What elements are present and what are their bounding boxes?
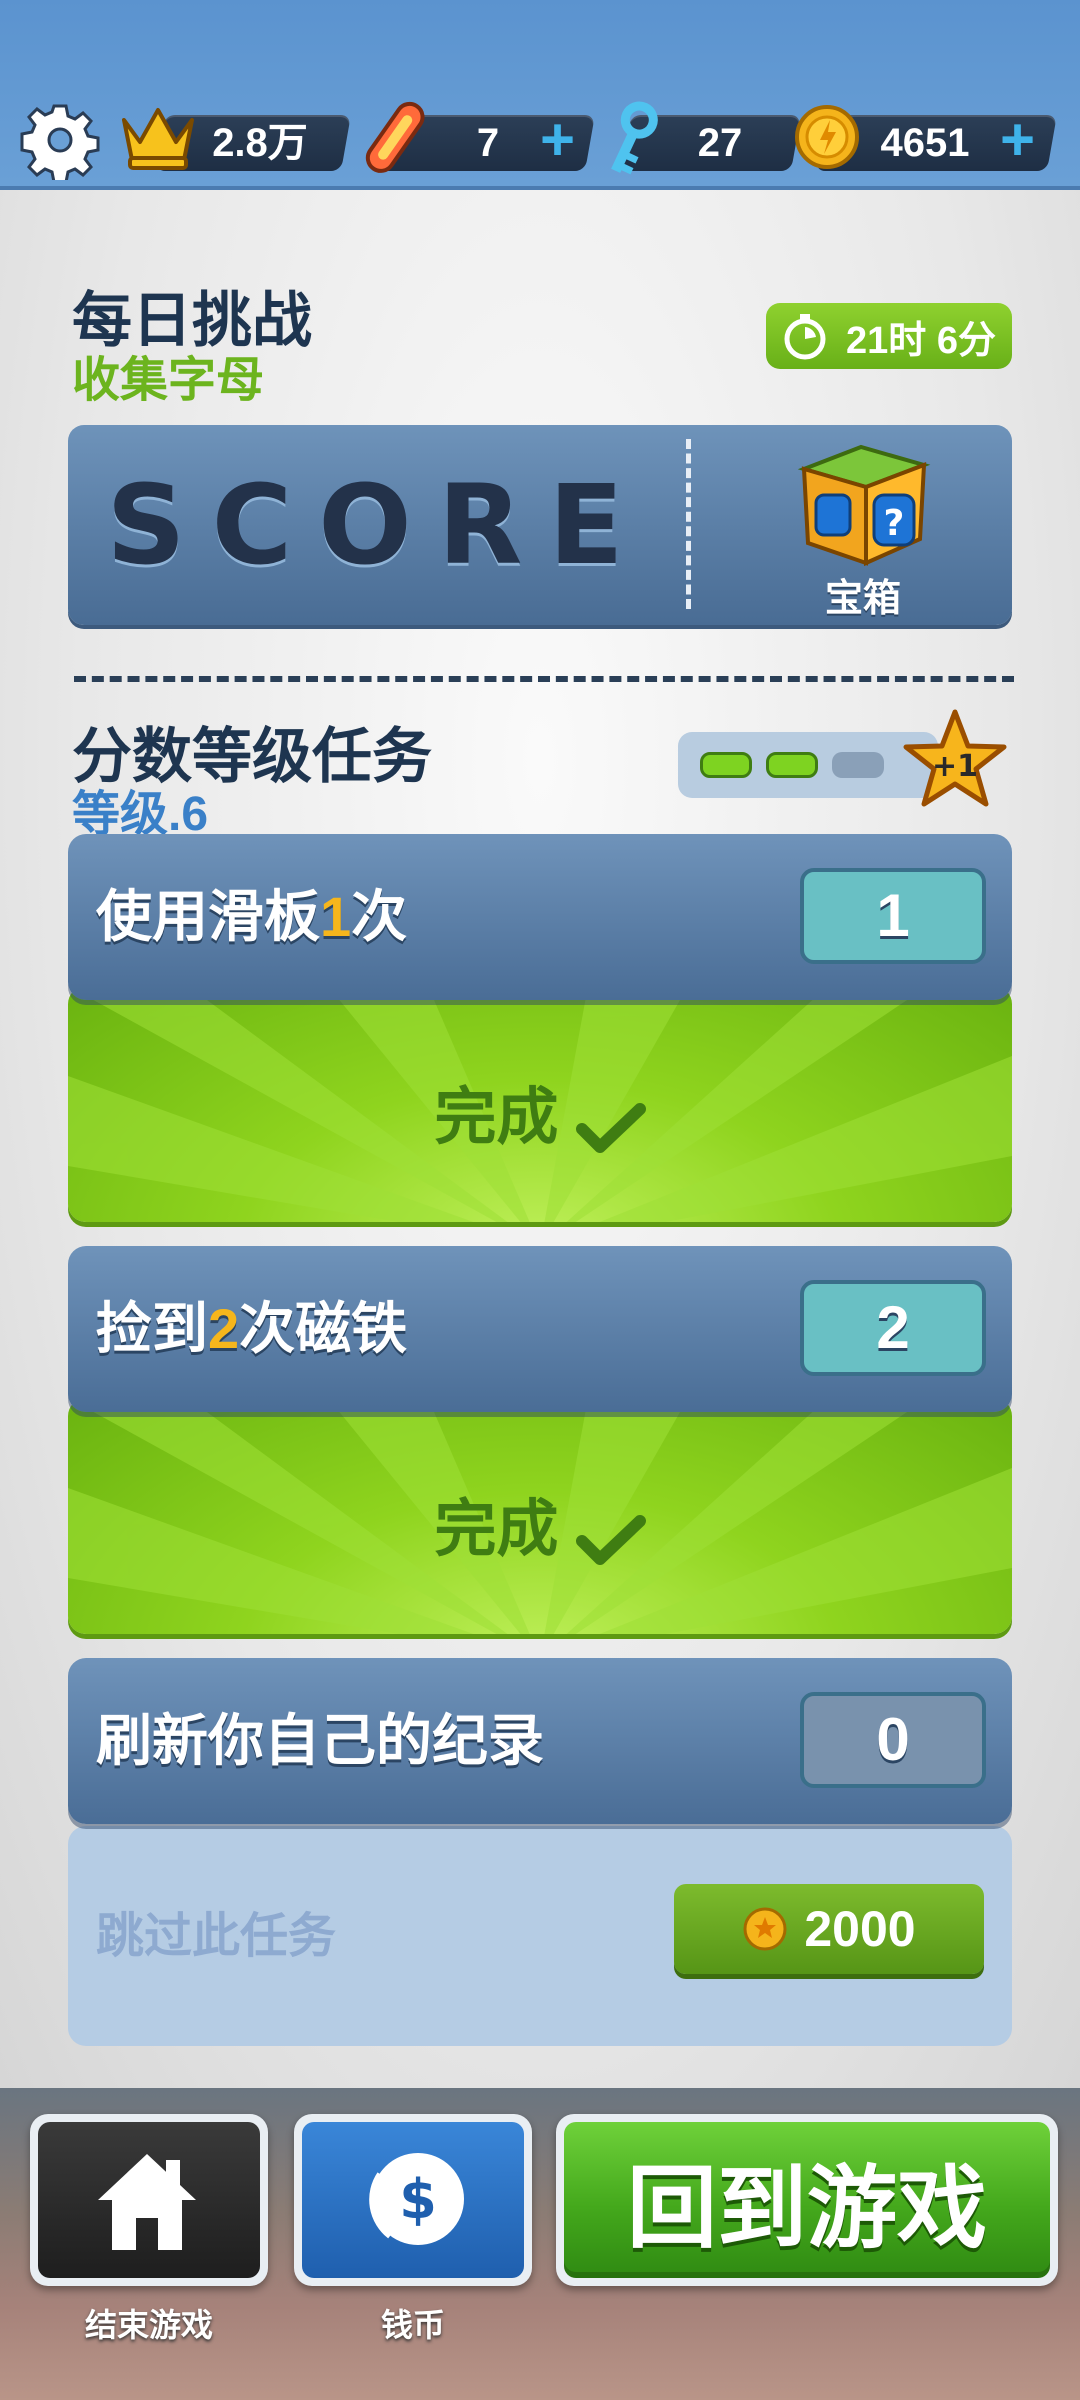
- task-2-done: 完成: [68, 1478, 1012, 1568]
- currency-bar: 2.8万 7 + 27 4651 +: [0, 0, 1080, 190]
- section-divider: [74, 676, 1014, 682]
- task-1-done: 完成: [68, 1066, 1012, 1156]
- task-1-complete-area: 完成: [68, 986, 1012, 1222]
- reward-label: 宝箱: [824, 578, 901, 620]
- task-1-header: 使用滑板1次 1: [68, 834, 1012, 1000]
- progress-segment-3: [832, 752, 884, 778]
- score-letters: SCORE: [106, 461, 650, 589]
- mystery-box-icon[interactable]: ?: [786, 439, 936, 569]
- card-divider: [686, 439, 691, 609]
- stopwatch-icon: [784, 314, 826, 360]
- hoverboard-icon: [360, 98, 432, 178]
- skip-task-button[interactable]: 2000: [674, 1884, 984, 1974]
- settings-gear-icon[interactable]: [20, 100, 100, 184]
- task-2-complete-area: 完成: [68, 1398, 1012, 1634]
- end-game-caption: 结束游戏: [84, 2307, 213, 2343]
- task-2-count: 2: [800, 1280, 986, 1376]
- progress-segment-2: [766, 752, 818, 778]
- task-2-label: 捡到2次磁铁: [96, 1297, 408, 1360]
- task-3-label: 刷新你自己的纪录: [96, 1709, 544, 1772]
- crown-icon: [118, 100, 198, 172]
- home-icon: [98, 2154, 196, 2250]
- check-icon: [575, 1097, 646, 1153]
- hoverboard-count: 7: [476, 121, 500, 165]
- skip-task-label: 跳过此任务: [96, 1910, 337, 1963]
- key-count: 27: [697, 121, 743, 165]
- svg-text:$: $: [399, 2168, 437, 2231]
- coin-count: 4651: [880, 121, 970, 165]
- task-2-header: 捡到2次磁铁 2: [68, 1246, 1012, 1412]
- star-bonus-text: +1: [932, 749, 978, 784]
- coin-icon: [743, 1907, 787, 1951]
- coins-button[interactable]: $: [294, 2114, 532, 2286]
- end-game-button[interactable]: [30, 2114, 268, 2286]
- task-1-label: 使用滑板1次: [96, 885, 408, 948]
- key-icon: [600, 100, 660, 180]
- add-coins-icon[interactable]: +: [1000, 110, 1035, 170]
- svg-text:?: ?: [884, 503, 905, 544]
- challenge-timer: 21时 6分: [766, 303, 1012, 369]
- return-to-game-button[interactable]: 回到游戏: [556, 2114, 1058, 2286]
- skip-task-cost: 2000: [804, 1901, 916, 1957]
- coins-caption: 钱币: [380, 2307, 445, 2343]
- task-3-count: 0: [800, 1692, 986, 1788]
- coin-icon: [794, 104, 860, 170]
- return-to-game-label: 回到游戏: [627, 2159, 987, 2259]
- score-letters-card: SCORE ? 宝箱: [68, 425, 1012, 625]
- progress-segment-1: [700, 752, 752, 778]
- star-bonus-icon: +1: [900, 706, 1010, 816]
- timer-text: 21时 6分: [846, 319, 996, 362]
- mission-progress: [678, 732, 938, 798]
- crown-value: 2.8万: [212, 121, 308, 165]
- task-3-skip-area: 跳过此任务 2000: [68, 1826, 1012, 2046]
- daily-challenge-subtitle: 收集字母: [72, 354, 265, 407]
- add-hoverboard-icon[interactable]: +: [540, 110, 575, 170]
- check-icon: [575, 1509, 646, 1565]
- task-3-header: 刷新你自己的纪录 0: [68, 1658, 1012, 1824]
- dollar-coin-icon: $: [369, 2153, 464, 2245]
- task-1-count: 1: [800, 868, 986, 964]
